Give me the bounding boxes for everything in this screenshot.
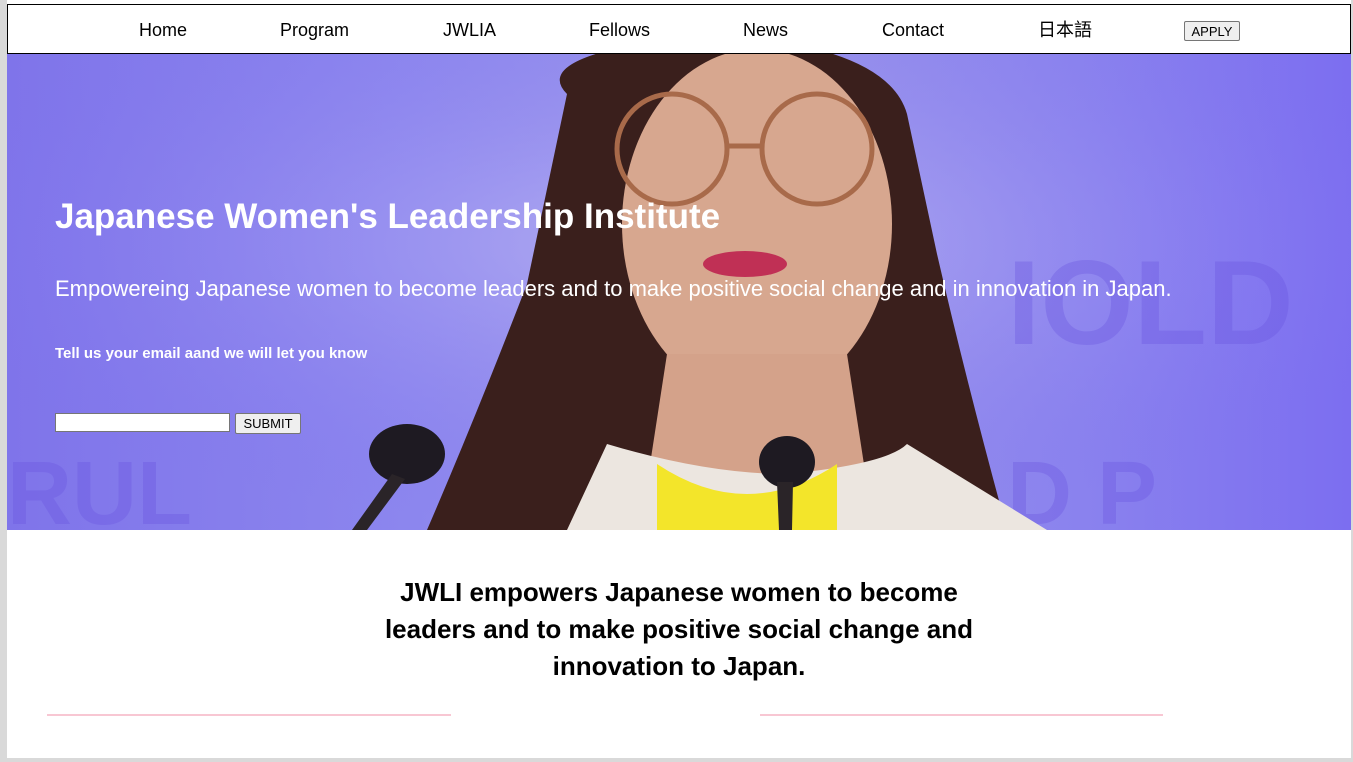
submit-button[interactable]: SUBMIT (235, 413, 301, 434)
nav-fellows-link[interactable]: Fellows (589, 20, 650, 40)
hero-title: Japanese Women's Leadership Institute (55, 197, 721, 236)
page: Home Program JWLIA Fellows News Contact … (7, 0, 1351, 758)
nav-program-link[interactable]: Program (280, 20, 349, 40)
nav-contact-link[interactable]: Contact (882, 20, 944, 40)
mission-statement: JWLI empowers Japanese women to become l… (384, 577, 974, 681)
email-prompt: Tell us your email aand we will let you … (55, 345, 368, 362)
svg-text:RUL: RUL (7, 444, 192, 530)
hero-subtitle: Empowereing Japanese women to become lea… (55, 276, 1172, 301)
nav-jwlia-link[interactable]: JWLIA (443, 20, 496, 40)
nav-japanese-link[interactable]: 日本語 (1038, 20, 1092, 40)
top-navigation: Home Program JWLIA Fellows News Contact … (7, 4, 1351, 54)
nav-news-link[interactable]: News (743, 20, 788, 40)
divider-right (760, 714, 1163, 716)
hero-banner: IOLD RUL D P Japanese Women's Leadership… (7, 54, 1351, 530)
email-input[interactable] (55, 413, 230, 432)
svg-text:D P: D P (1007, 444, 1157, 530)
nav-home-link[interactable]: Home (139, 20, 187, 40)
svg-text:IOLD: IOLD (1007, 236, 1294, 370)
divider-left (47, 714, 451, 716)
apply-button[interactable]: APPLY (1184, 21, 1240, 41)
